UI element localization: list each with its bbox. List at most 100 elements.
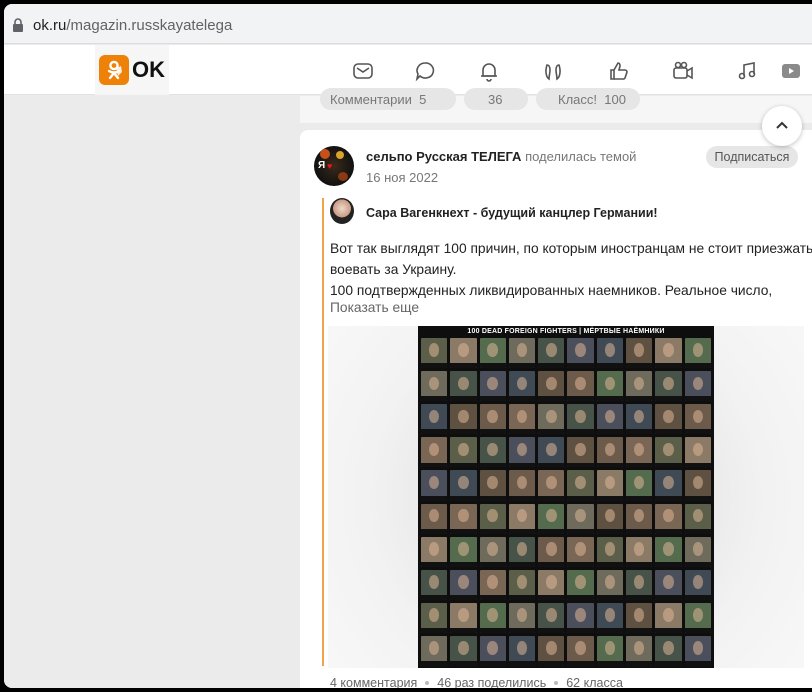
portrait-thumbnail <box>421 602 448 633</box>
post-text-line: 100 подтвержденных ликвидированных наемн… <box>330 283 773 298</box>
portrait-thumbnail <box>596 470 624 501</box>
portrait-thumbnail <box>596 404 624 435</box>
ok-logo[interactable]: OK <box>95 45 169 95</box>
portrait-thumbnail <box>421 371 448 402</box>
portrait-thumbnail <box>684 569 711 600</box>
portrait-thumbnail <box>508 536 536 567</box>
portrait-thumbnail <box>655 404 682 435</box>
post-stats: 4 комментария 46 раз поделились 62 класс… <box>330 676 623 688</box>
portrait-thumbnail <box>479 503 506 534</box>
show-more-link[interactable]: Показать еще <box>330 300 419 315</box>
portrait-thumbnail <box>421 503 448 534</box>
browser-window: ok.ru/magazin.russkayatelega OK Коммента… <box>4 4 812 688</box>
portrait-thumbnail <box>538 635 565 666</box>
avatar-logo-letter: Я <box>318 160 326 171</box>
portrait-thumbnail <box>596 536 624 567</box>
portrait-thumbnail <box>450 536 477 567</box>
portrait-thumbnail <box>538 437 565 468</box>
portrait-grid <box>421 338 711 666</box>
portrait-thumbnail <box>421 569 448 600</box>
portrait-thumbnail <box>421 404 448 435</box>
portrait-thumbnail <box>626 371 653 402</box>
portrait-thumbnail <box>479 635 506 666</box>
likes-count-link[interactable]: 62 класса <box>566 676 623 688</box>
portrait-thumbnail <box>655 503 682 534</box>
portrait-thumbnail <box>655 470 682 501</box>
portrait-thumbnail <box>596 338 624 369</box>
portrait-thumbnail <box>596 602 624 633</box>
portrait-thumbnail <box>655 536 682 567</box>
portrait-thumbnail <box>508 635 536 666</box>
author-avatar[interactable]: Я ♥ <box>314 146 354 186</box>
portrait-thumbnail <box>479 536 506 567</box>
portrait-thumbnail <box>684 602 711 633</box>
post-image[interactable]: 100 DEAD FOREIGN FIGHTERS | МЁРТВЫЕ НАЁМ… <box>328 326 804 668</box>
portrait-thumbnail <box>626 602 653 633</box>
guests-icon[interactable] <box>540 58 566 84</box>
shared-author-name[interactable]: Сара Вагенкнехт - будущий канцлер Герман… <box>366 206 658 220</box>
portrait-thumbnail <box>626 569 653 600</box>
comments-label: Комментарии <box>330 91 412 107</box>
shares-count-link[interactable]: 46 раз поделились <box>437 676 546 688</box>
portrait-thumbnail <box>538 404 565 435</box>
author-action: поделилась темой <box>525 149 637 164</box>
share-button[interactable]: 36 <box>464 88 528 110</box>
portrait-thumbnail <box>567 437 594 468</box>
portrait-thumbnail <box>538 503 565 534</box>
portrait-thumbnail <box>538 536 565 567</box>
likes-count: 100 <box>604 91 626 107</box>
url-text[interactable]: ok.ru/magazin.russkayatelega <box>33 17 232 34</box>
portrait-thumbnail <box>508 404 536 435</box>
likes-label: Класс! <box>558 91 597 107</box>
portrait-thumbnail <box>479 371 506 402</box>
portrait-thumbnail <box>421 635 448 666</box>
scroll-to-top-button[interactable] <box>762 106 802 146</box>
portrait-thumbnail <box>567 503 594 534</box>
lock-icon <box>13 18 23 32</box>
portrait-thumbnail <box>479 404 506 435</box>
music-icon[interactable] <box>734 58 760 84</box>
portrait-thumbnail <box>421 536 448 567</box>
shared-author-avatar[interactable] <box>330 198 354 224</box>
author-name[interactable]: сельпо Русская ТЕЛЕГА <box>366 149 521 164</box>
portrait-thumbnail <box>450 470 477 501</box>
portrait-thumbnail <box>655 371 682 402</box>
portrait-thumbnail <box>450 437 477 468</box>
portrait-thumbnail <box>626 470 653 501</box>
portrait-thumbnail <box>450 602 477 633</box>
chevron-up-icon <box>776 121 788 129</box>
portrait-thumbnail <box>655 602 682 633</box>
portrait-thumbnail <box>655 437 682 468</box>
portrait-thumbnail <box>450 635 477 666</box>
separator-dot <box>554 681 559 685</box>
portrait-thumbnail <box>508 503 536 534</box>
portrait-thumbnail <box>684 470 711 501</box>
video-icon[interactable] <box>670 58 696 84</box>
subscribe-button[interactable]: Подписаться <box>706 146 798 168</box>
portrait-thumbnail <box>684 338 711 369</box>
portrait-thumbnail <box>538 470 565 501</box>
post-author-line: сельпо Русская ТЕЛЕГА поделилась темой <box>366 149 636 164</box>
comments-count-link[interactable]: 4 комментария <box>330 676 417 688</box>
portrait-thumbnail <box>508 338 536 369</box>
portrait-thumbnail <box>596 635 624 666</box>
bell-icon[interactable] <box>476 58 502 84</box>
portrait-thumbnail <box>626 503 653 534</box>
like-icon[interactable] <box>606 58 632 84</box>
post-card: Я ♥ сельпо Русская ТЕЛЕГА поделилась тем… <box>300 130 812 688</box>
comments-button[interactable]: Комментарии 5 <box>320 88 456 110</box>
portrait-thumbnail <box>655 569 682 600</box>
portrait-thumbnail <box>450 503 477 534</box>
chat-icon[interactable] <box>412 58 438 84</box>
portrait-thumbnail <box>421 470 448 501</box>
post-date[interactable]: 16 ноя 2022 <box>366 170 438 185</box>
portrait-thumbnail <box>538 602 565 633</box>
mail-icon[interactable] <box>350 58 376 84</box>
poster-image: 100 DEAD FOREIGN FIGHTERS | МЁРТВЫЕ НАЁМ… <box>418 326 714 668</box>
play-icon[interactable] <box>778 58 804 84</box>
like-button[interactable]: Класс! 100 <box>536 88 640 110</box>
portrait-thumbnail <box>567 569 594 600</box>
portrait-thumbnail <box>684 371 711 402</box>
address-bar[interactable]: ok.ru/magazin.russkayatelega <box>4 4 812 44</box>
portrait-thumbnail <box>508 470 536 501</box>
